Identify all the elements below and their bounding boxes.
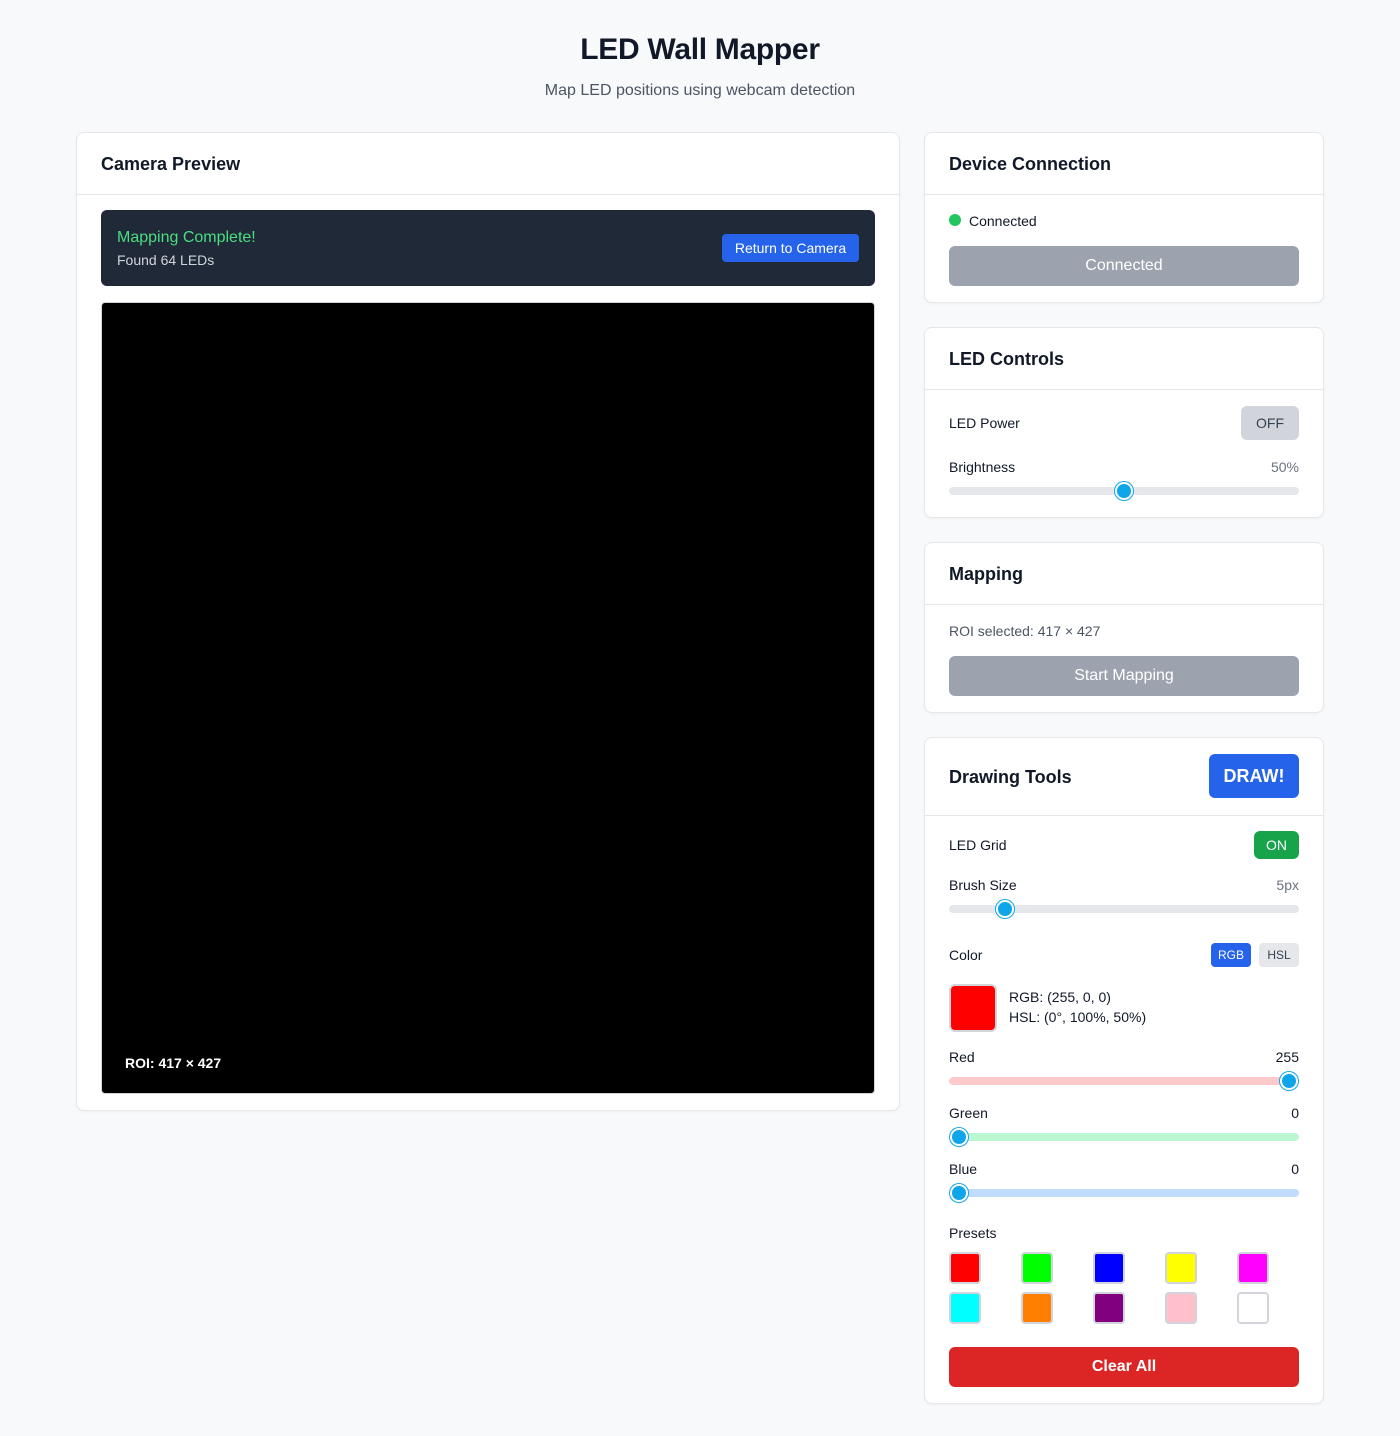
status-dot-icon [949,214,961,226]
roi-selected-text: ROI selected: 417 × 427 [949,623,1101,639]
drawing-card-header: Drawing Tools DRAW! [925,738,1323,816]
preset-color-swatch[interactable] [949,1252,981,1284]
page-title: LED Wall Mapper [580,33,820,66]
preset-color-swatch[interactable] [1165,1252,1197,1284]
connect-button[interactable]: Connected [949,246,1299,286]
led-card-title: LED Controls [949,349,1064,369]
preset-color-swatch[interactable] [1093,1292,1125,1324]
camera-preview-canvas[interactable]: ROI: 417 × 427 [101,302,875,1094]
device-card-header: Device Connection [925,133,1323,195]
start-mapping-button[interactable]: Start Mapping [949,656,1299,696]
color-label: Color [949,947,983,963]
green-slider[interactable] [949,1128,1299,1146]
led-grid-label: LED Grid [949,837,1007,853]
preset-color-swatch[interactable] [1237,1252,1269,1284]
hsl-mode-button[interactable]: HSL [1259,943,1299,967]
preset-color-swatch[interactable] [1165,1292,1197,1324]
preset-color-swatch[interactable] [1237,1292,1269,1324]
hsl-value-text: HSL: (0°, 100%, 50%) [1009,1009,1147,1025]
brightness-slider[interactable] [949,482,1299,500]
led-power-toggle[interactable]: OFF [1241,406,1299,440]
mapping-complete-banner: Mapping Complete! Found 64 LEDs Return t… [101,210,875,286]
roi-overlay-label: ROI: 417 × 427 [125,1055,222,1071]
red-label: Red [949,1049,975,1065]
brightness-label: Brightness [949,459,1016,475]
drawing-card-title: Drawing Tools [949,767,1072,787]
brightness-value: 50% [1270,459,1299,475]
preset-color-swatch[interactable] [1093,1252,1125,1284]
blue-slider[interactable] [949,1184,1299,1202]
brightness-slider-thumb[interactable] [1115,482,1133,500]
camera-card-header: Camera Preview [77,133,899,195]
device-card-title: Device Connection [949,154,1112,174]
mapping-card-title: Mapping [949,564,1023,584]
green-label: Green [949,1105,988,1121]
camera-card-title: Camera Preview [101,154,241,174]
brush-size-slider-thumb[interactable] [996,900,1015,918]
banner-led-count: Found 64 LEDs [117,252,215,268]
red-slider-thumb[interactable] [1280,1072,1298,1090]
preset-color-swatch[interactable] [949,1292,981,1324]
rgb-mode-button[interactable]: RGB [1211,943,1251,967]
led-power-label: LED Power [949,415,1020,431]
mapping-card-header: Mapping [925,543,1323,605]
brush-size-label: Brush Size [949,877,1017,893]
device-connection-card: Device Connection Connected Connected [924,132,1324,303]
brush-size-value: 5px [1276,877,1299,893]
blue-slider-thumb[interactable] [950,1184,968,1202]
mapping-card: Mapping ROI selected: 417 × 427 Start Ma… [924,542,1324,713]
rgb-value-text: RGB: (255, 0, 0) [1009,989,1111,1005]
current-color-swatch [949,984,997,1032]
red-value: 255 [1275,1049,1299,1065]
brush-size-slider[interactable] [949,900,1299,918]
presets-label: Presets [949,1225,997,1241]
led-card-header: LED Controls [925,328,1323,390]
return-to-camera-button[interactable]: Return to Camera [722,234,859,262]
green-value: 0 [1291,1105,1299,1121]
page-header: LED Wall Mapper Map LED positions using … [0,32,1400,101]
red-slider[interactable] [949,1072,1299,1090]
connection-status-text: Connected [969,213,1037,229]
camera-preview-card: Camera Preview Mapping Complete! Found 6… [76,132,900,1111]
clear-all-button[interactable]: Clear All [949,1347,1299,1387]
led-grid-toggle[interactable]: ON [1254,831,1299,859]
preset-color-swatch[interactable] [1021,1252,1053,1284]
draw-button[interactable]: DRAW! [1209,754,1299,798]
led-controls-card: LED Controls LED Power OFF Brightness 50… [924,327,1324,518]
page-subtitle: Map LED positions using webcam detection [544,82,856,99]
drawing-tools-card: Drawing Tools DRAW! LED Grid ON Brush Si… [924,737,1324,1404]
green-slider-thumb[interactable] [950,1128,968,1146]
preset-color-swatch[interactable] [1021,1292,1053,1324]
blue-value: 0 [1291,1161,1299,1177]
blue-label: Blue [949,1161,978,1177]
banner-title: Mapping Complete! [117,229,256,246]
